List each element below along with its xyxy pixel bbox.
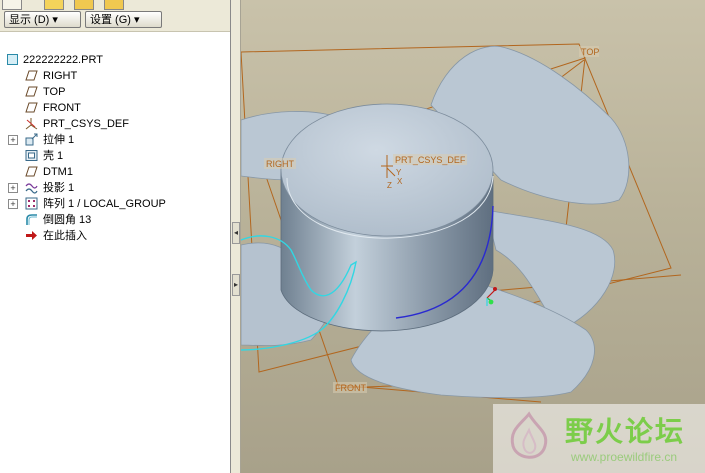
insert-here-arrow-icon (26, 231, 37, 240)
datum-label-right: RIGHT (266, 159, 295, 169)
datum-plane-icon (25, 70, 38, 81)
flame-logo-icon (510, 411, 548, 459)
tab-connections[interactable] (104, 0, 124, 10)
model-tree-panel: 显示 (D) ▾ 设置 (G) ▾ 222222222.PRT RIGHT TO… (0, 0, 231, 473)
datum-label-top: TOP (581, 47, 599, 57)
collapse-left-arrow-icon[interactable]: ◂ (232, 222, 240, 244)
show-menu-button[interactable]: 显示 (D) ▾ (4, 11, 81, 28)
expand-toggle[interactable]: + (8, 199, 18, 209)
tab-favorites[interactable] (74, 0, 94, 10)
tree-item-label: FRONT (43, 102, 81, 114)
watermark-title: 野火论坛 (565, 415, 686, 448)
extrude-icon (25, 133, 38, 146)
datum-plane-icon (25, 102, 38, 113)
datum-label-front: FRONT (335, 383, 366, 393)
tree-toolbar: 显示 (D) ▾ 设置 (G) ▾ (0, 10, 230, 32)
expand-toggle[interactable]: + (8, 183, 18, 193)
graphics-viewport[interactable]: TOP RIGHT FRONT PRT_CSYS_DEF X Y Z (241, 0, 705, 473)
watermark-url: www.proewildfire.cn (571, 450, 678, 464)
model-render: TOP RIGHT FRONT PRT_CSYS_DEF X Y Z (241, 43, 682, 403)
panel-splitter[interactable]: ◂ ▸ (231, 0, 241, 473)
tree-item-label: 在此插入 (43, 230, 87, 242)
projection-icon (25, 183, 38, 194)
tree-root-label: 222222222.PRT (23, 54, 103, 66)
datum-plane-icon (25, 166, 38, 177)
pattern-icon (25, 197, 38, 210)
hub-cylinder (280, 103, 494, 332)
tree-item-label: 壳 1 (43, 150, 64, 162)
round-icon (26, 214, 37, 225)
axis-label-y: Y (396, 168, 402, 177)
expand-toggle[interactable]: + (8, 135, 18, 145)
axis-label-x: X (397, 177, 403, 186)
shell-icon (25, 150, 38, 161)
expand-right-arrow-icon[interactable]: ▸ (232, 274, 240, 296)
tree-item-label: 倒圆角 13 (43, 214, 92, 226)
csys-label: PRT_CSYS_DEF (395, 155, 466, 165)
tab-folder-browser[interactable] (44, 0, 64, 10)
tab-model-tree[interactable] (2, 0, 22, 10)
tree-item-label: PRT_CSYS_DEF (43, 118, 129, 130)
datum-plane-icon (25, 86, 38, 97)
settings-menu-button[interactable]: 设置 (G) ▾ (85, 11, 162, 28)
tree-item-label: RIGHT (43, 70, 78, 82)
axis-label-z: Z (387, 181, 392, 190)
tree-item-label: TOP (43, 86, 66, 98)
tree-item-label: 投影 1 (43, 182, 75, 194)
watermark: 野火论坛 www.proewildfire.cn (493, 404, 705, 473)
tree-item-label: DTM1 (43, 166, 73, 178)
tree-item-label: 阵列 1 / LOCAL_GROUP (43, 198, 166, 210)
part-icon (7, 54, 18, 65)
csys-icon (25, 118, 38, 130)
navigator-tabs (0, 0, 230, 10)
tree-item-label: 拉伸 1 (43, 134, 75, 146)
